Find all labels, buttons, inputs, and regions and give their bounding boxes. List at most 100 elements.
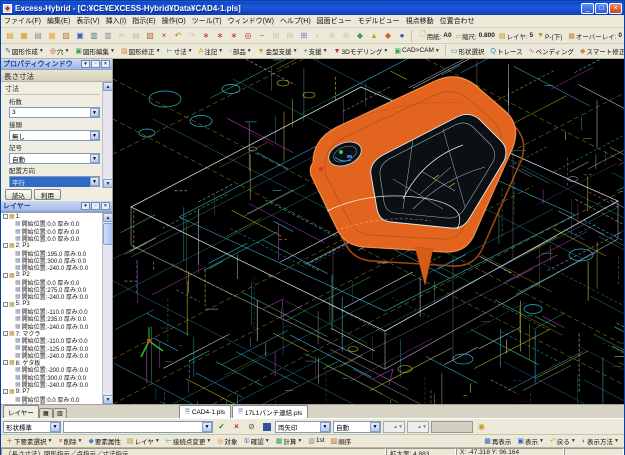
action-button[interactable]: ＋下要素選択 ▼ (3, 435, 55, 447)
menu-item[interactable]: 図面ビュー (314, 16, 355, 26)
toolbar-icon-button[interactable]: ▤ (3, 29, 17, 42)
property-field-select[interactable]: 自動 ▼ (9, 153, 100, 164)
menu-item[interactable]: 視点移動 (403, 16, 437, 26)
property-action-button[interactable]: 読込 (5, 189, 32, 200)
action-button[interactable]: ⊢ 接続点変更 ▼ (163, 435, 215, 447)
mode-button[interactable]: ✎ 図形作成 ▼ (2, 44, 47, 58)
panel-header-button[interactable]: ▫ (91, 60, 100, 68)
toolbar-icon-button[interactable]: ▤ (129, 29, 143, 42)
toolbar-icon-button[interactable]: ▧ (59, 29, 73, 42)
toolbar-icon-button[interactable]: ⊕ (325, 29, 339, 42)
spinner-field-1[interactable]: ▲▼ (383, 420, 405, 433)
tool-button[interactable]: ◆スマート修正▼ (577, 44, 624, 58)
tree-row[interactable]: - ▦ 開始位置:-240.0 厚み:0.0 (1, 381, 102, 389)
property-scrollbar[interactable]: ▲ ▼ (102, 82, 112, 188)
tool-button[interactable]: ∿ベンディング▼ (526, 44, 577, 58)
scroll-down-icon[interactable]: ▼ (103, 179, 112, 188)
panel-header-button[interactable]: × (101, 202, 110, 210)
toolbar-icon-button[interactable]: ✂ (115, 29, 129, 42)
cad-viewport[interactable] (113, 59, 624, 404)
maximize-button[interactable]: □ (595, 2, 608, 14)
toolbar-icon-button[interactable]: ● (395, 29, 409, 42)
menu-item[interactable]: ファイル(F) (1, 16, 44, 26)
toolbar-icon-button[interactable]: ∗ (227, 29, 241, 42)
menu-item[interactable]: 表示(V) (73, 16, 102, 26)
toolbar-icon-button[interactable]: ▤ (31, 29, 45, 42)
panel-header-button[interactable]: × (101, 60, 110, 68)
tool-button[interactable]: Qトレース▼ (487, 44, 525, 58)
menu-item[interactable]: 位置合わせ (437, 16, 478, 26)
action-button[interactable]: ▨順序▼ (328, 435, 355, 447)
ok-icon[interactable]: ✓ (215, 421, 228, 433)
toolbar-icon-button[interactable]: × (157, 29, 171, 42)
cancel-icon[interactable]: × (230, 421, 243, 433)
document-tab[interactable]: 🗎 17L1パンチ連結.pls (232, 405, 309, 418)
document-tab[interactable]: 🗎 CAD4-1.pls (179, 405, 232, 418)
action-button[interactable]: ① 確認 ▼ (240, 435, 272, 447)
toolbar-icon-button[interactable]: ⊞ (283, 29, 297, 42)
property-field-select[interactable]: 平行 ▼ (9, 176, 100, 187)
mode-button[interactable]: ⊢ 寸法 ▼ (164, 44, 196, 58)
highlighted-part[interactable] (309, 76, 525, 286)
chevron-down-icon[interactable]: ▼ (90, 177, 99, 186)
chevron-down-icon[interactable]: ▼ (320, 421, 330, 432)
toolbar-icon-button[interactable]: ▦ (17, 29, 31, 42)
mode-button[interactable]: ▼ 金型支援 ▼ (255, 44, 301, 58)
action-button[interactable]: ▤ レイヤ ▼ (124, 435, 163, 447)
toolbar-icon-button[interactable]: ∗ (199, 29, 213, 42)
menu-item[interactable]: 挿入(I) (103, 16, 130, 26)
toolbar-icon-button[interactable]: ▲ (367, 29, 381, 42)
scroll-thumb[interactable] (103, 223, 112, 245)
chevron-down-icon[interactable]: ▼ (50, 421, 60, 432)
view-button[interactable]: ↶ 戻る ▼ (547, 435, 579, 447)
mode-button[interactable]: ▨ 図形修正 ▼ (118, 44, 164, 58)
panel-header-button[interactable]: ▾ (81, 202, 90, 210)
edit-icon[interactable]: ⊘ (245, 421, 258, 433)
panel-tab[interactable]: ▥ (52, 408, 67, 418)
mode-button[interactable]: ▣ 図形編集 ▼ (72, 44, 118, 58)
panel-tab[interactable]: ▦ (38, 408, 53, 418)
menu-item[interactable]: 操作(O) (159, 16, 189, 26)
toolbar-icon-button[interactable]: ▧ (143, 29, 157, 42)
mode-select[interactable]: 形状標準 ▼ (3, 420, 61, 433)
property-field-select[interactable]: 無し ▼ (9, 130, 100, 141)
tree-scrollbar[interactable]: ▲ ▼ (102, 213, 112, 404)
chevron-down-icon[interactable]: ▼ (370, 421, 380, 432)
action-button[interactable]: × 削除 ▼ (55, 435, 85, 447)
menu-item[interactable]: モデルビュー (355, 16, 403, 26)
arrow-style-select[interactable]: 両矢印 ▼ (275, 420, 331, 433)
close-button[interactable]: × (609, 2, 622, 14)
color-swatch[interactable] (260, 421, 273, 433)
mode-button[interactable]: ▼ 3Dモデリング ▼ (331, 44, 392, 58)
mode-button[interactable]: ▫ 部品 ▼ (226, 44, 254, 58)
blank-button[interactable] (431, 420, 473, 433)
scroll-down-icon[interactable]: ▼ (103, 395, 112, 404)
chevron-down-icon[interactable]: ▼ (202, 421, 212, 432)
mode-button[interactable]: ▣ CAD>CAM ▼ (391, 45, 443, 57)
toolbar-icon-button[interactable]: ⊞ (269, 29, 283, 42)
tree-row[interactable]: - ▦ 開始位置:235.0 厚み:0.0 (1, 403, 102, 405)
tree-row[interactable]: - ▦ 開始位置:-240.0 厚み:0.0 (1, 264, 102, 272)
tree-collapse-icon[interactable]: - (3, 272, 8, 278)
view-button[interactable]: ◐ 表示方法 ▼ (579, 435, 622, 447)
tree-collapse-icon[interactable]: - (3, 360, 8, 366)
toolbar-icon-button[interactable]: ▥ (87, 29, 101, 42)
tree-collapse-icon[interactable]: - (3, 330, 8, 336)
action-button[interactable]: ◎対象▼ (214, 435, 240, 447)
toolbar-field[interactable]: ▦ オーバーレイ: 0 (568, 31, 622, 41)
target-icon[interactable]: ◉ (475, 421, 488, 433)
chevron-down-icon[interactable]: ▼ (90, 108, 99, 117)
toolbar-field[interactable]: ▤ レイヤ: 5 (499, 31, 533, 41)
toolbar-icon-button[interactable]: ◆ (381, 29, 395, 42)
view-button[interactable]: ▦再表示▼ (481, 435, 514, 447)
toolbar-icon-button[interactable]: ↷ (185, 29, 199, 42)
chevron-down-icon[interactable]: ▼ (90, 154, 99, 163)
menu-item[interactable]: ツール(T) (189, 16, 225, 26)
tree-collapse-icon[interactable]: - (3, 389, 8, 395)
panel-header-button[interactable]: ▫ (91, 202, 100, 210)
property-action-button[interactable]: 利用 (34, 189, 61, 200)
toolbar-icon-button[interactable]: ▣ (73, 29, 87, 42)
toolbar-icon-button[interactable]: ▦ (45, 29, 59, 42)
toolbar-icon-button[interactable]: ◆ (353, 29, 367, 42)
toolbar-field[interactable]: ▼ P-(下) (537, 31, 564, 41)
